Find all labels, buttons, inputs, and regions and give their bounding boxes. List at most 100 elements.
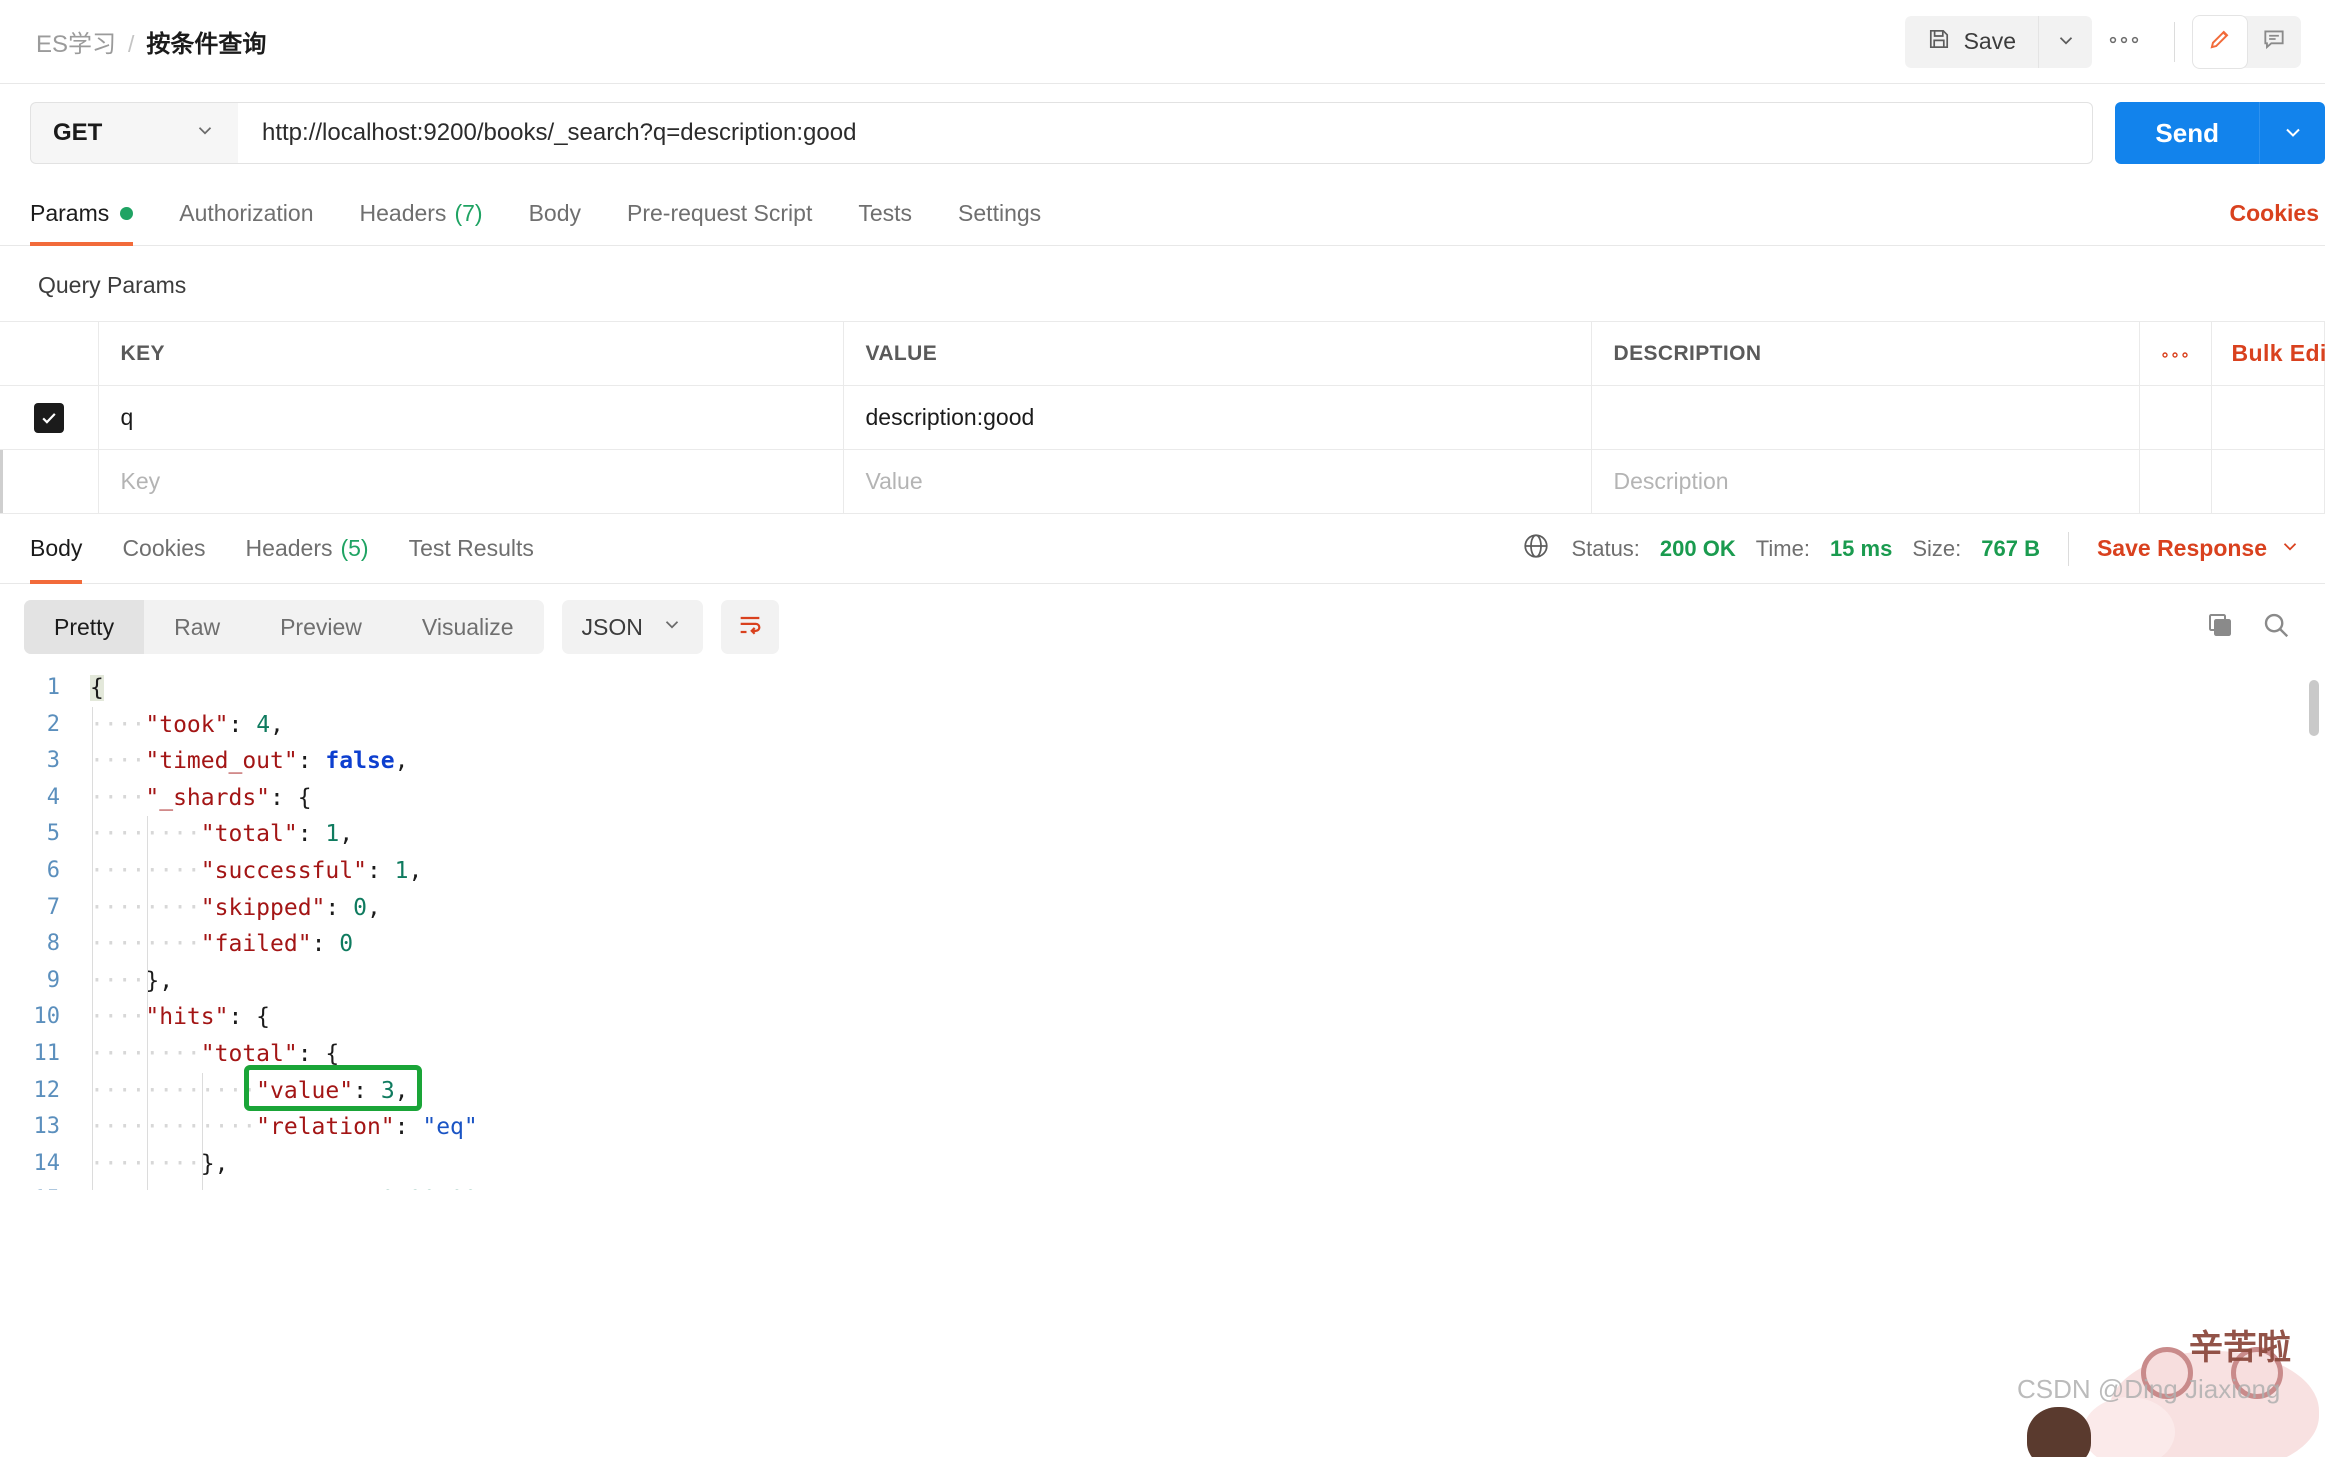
code-line-number: 10 <box>33 1004 61 1030</box>
indent-guide-dots: ········ <box>90 857 201 884</box>
indent-guide-line <box>202 1072 204 1190</box>
table-header-row: KEY VALUE DESCRIPTION Bulk Edit <box>0 321 2325 386</box>
code-token: , <box>270 711 284 738</box>
indent-guide-dots: ············ <box>90 1077 257 1104</box>
code-scroll-thumb[interactable] <box>2309 680 2319 736</box>
tab-headers[interactable]: Headers (7) <box>360 182 483 246</box>
code-token: : <box>366 857 395 884</box>
code-token: 0.9070971 <box>381 1187 506 1190</box>
breadcrumb-collection[interactable]: ES学习 <box>36 24 116 59</box>
breadcrumb: ES学习 / 按条件查询 <box>36 24 266 59</box>
response-format-select[interactable]: JSON <box>561 600 703 654</box>
code-token: "took" <box>145 711 229 738</box>
code-line-text: ············"relation": "eq" <box>78 1109 478 1146</box>
chevron-down-icon <box>2279 535 2301 563</box>
code-token: }, <box>145 967 174 994</box>
code-token: { <box>90 675 104 701</box>
code-line-number: 15 <box>0 1182 78 1190</box>
http-method-value: GET <box>53 119 103 146</box>
response-tab-body-label: Body <box>30 535 83 561</box>
params-options-button[interactable] <box>2139 321 2212 386</box>
bulk-edit-link[interactable]: Bulk Edit <box>2232 340 2325 366</box>
tab-params[interactable]: Params <box>30 182 134 246</box>
empty-row-end <box>2211 449 2325 514</box>
tab-body[interactable]: Body <box>529 182 581 246</box>
code-line-text: ········"total": { <box>78 1036 339 1073</box>
copy-icon[interactable] <box>2205 610 2235 645</box>
globe-icon[interactable] <box>1521 531 1551 567</box>
view-mode-toggle <box>2193 15 2301 68</box>
new-param-value-input[interactable]: Value <box>843 449 1592 514</box>
time-label: Time: <box>1755 535 1810 561</box>
code-token: : <box>394 1114 423 1141</box>
view-preview[interactable]: Preview <box>250 600 392 654</box>
query-params-table: KEY VALUE DESCRIPTION Bulk Edit q descri… <box>0 321 2325 514</box>
code-token: : <box>297 748 326 775</box>
code-line-text: ····"_shards": { <box>78 780 312 817</box>
floppy-disk-icon <box>1927 27 1951 57</box>
response-body-code[interactable]: 1{2 ····"took": 4, 3 ····"timed_out": false… <box>0 670 2325 1190</box>
code-line-number: 5 <box>46 821 60 847</box>
response-tab-test-results-label: Test Results <box>408 535 534 561</box>
chevron-down-icon <box>194 119 216 148</box>
view-pretty[interactable]: Pretty <box>24 600 145 654</box>
view-raw[interactable]: Raw <box>144 600 250 654</box>
code-line-number: 13 <box>33 1114 61 1140</box>
http-method-select[interactable]: GET <box>30 102 238 164</box>
json-code-lines: 1{2 ····"took": 4, 3 ····"timed_out": false… <box>0 670 2325 1190</box>
search-icon[interactable] <box>2261 610 2291 645</box>
response-tab-headers[interactable]: Headers (5) <box>246 514 369 584</box>
word-wrap-button[interactable] <box>720 600 779 654</box>
view-visualize[interactable]: Visualize <box>392 600 544 654</box>
code-token: "_shards" <box>145 784 271 811</box>
code-line-text: ········"total": 1, <box>78 816 353 853</box>
indent-guide-dots: ···· <box>90 784 146 811</box>
new-param-description-input[interactable]: Description <box>1591 449 2140 514</box>
response-tab-cookies[interactable]: Cookies <box>122 514 205 584</box>
tab-tests[interactable]: Tests <box>858 182 912 246</box>
code-token: "failed" <box>200 931 312 958</box>
param-description[interactable] <box>1591 385 2140 450</box>
send-options-button[interactable] <box>2259 102 2325 164</box>
more-actions-button[interactable] <box>2092 16 2156 68</box>
indent-guide-dots: ···· <box>90 748 146 775</box>
code-line: 10 ····"hits": { <box>0 999 2325 1036</box>
send-button[interactable]: Send <box>2115 102 2259 164</box>
param-value[interactable]: description:good <box>843 385 1592 450</box>
code-line-number: 7 <box>46 894 60 920</box>
request-url-input[interactable] <box>238 102 2094 164</box>
code-token: 0 <box>339 931 354 958</box>
tab-settings[interactable]: Settings <box>958 182 1041 246</box>
code-line: 7 ········"skipped": 0, <box>0 890 2325 927</box>
response-tab-test-results[interactable]: Test Results <box>409 514 534 584</box>
code-token: "eq" <box>422 1114 478 1141</box>
breadcrumb-request-name[interactable]: 按条件查询 <box>146 24 266 59</box>
indent-guide-dots: ···· <box>90 967 146 994</box>
comments-button[interactable] <box>2247 16 2301 68</box>
bulk-edit-cell: Bulk Edit <box>2211 321 2325 386</box>
edit-mode-button[interactable] <box>2193 15 2247 68</box>
tab-pre-request-script-label: Pre-request Script <box>627 200 813 226</box>
new-param-key-input[interactable]: Key <box>98 449 844 514</box>
tab-pre-request-script[interactable]: Pre-request Script <box>627 182 812 246</box>
indent-guide-dots: ········ <box>90 1187 201 1190</box>
indent-guide-dots: ···· <box>90 711 146 738</box>
response-tab-body[interactable]: Body <box>30 514 83 584</box>
tab-authorization[interactable]: Authorization <box>179 182 313 246</box>
code-line-text: ············"value": 3, <box>78 1073 409 1110</box>
code-vertical-scrollbar[interactable] <box>2309 670 2321 1190</box>
code-line-number: 1 <box>46 675 60 700</box>
cookies-link[interactable]: Cookies <box>2230 200 2325 227</box>
save-options-button[interactable] <box>2038 15 2092 68</box>
save-button[interactable]: Save <box>1904 15 2038 68</box>
tab-tests-label: Tests <box>858 200 913 226</box>
code-token: }, <box>200 1150 229 1177</box>
response-tab-headers-label: Headers <box>245 535 333 561</box>
param-key[interactable]: q <box>98 385 844 450</box>
param-enabled-checkbox[interactable] <box>33 402 64 433</box>
save-response-button[interactable]: Save Response <box>2097 535 2301 563</box>
code-token: : { <box>297 1040 340 1067</box>
tab-headers-count: (7) <box>454 200 483 226</box>
response-body-tools-right <box>2205 610 2301 645</box>
word-wrap-icon <box>736 611 764 644</box>
